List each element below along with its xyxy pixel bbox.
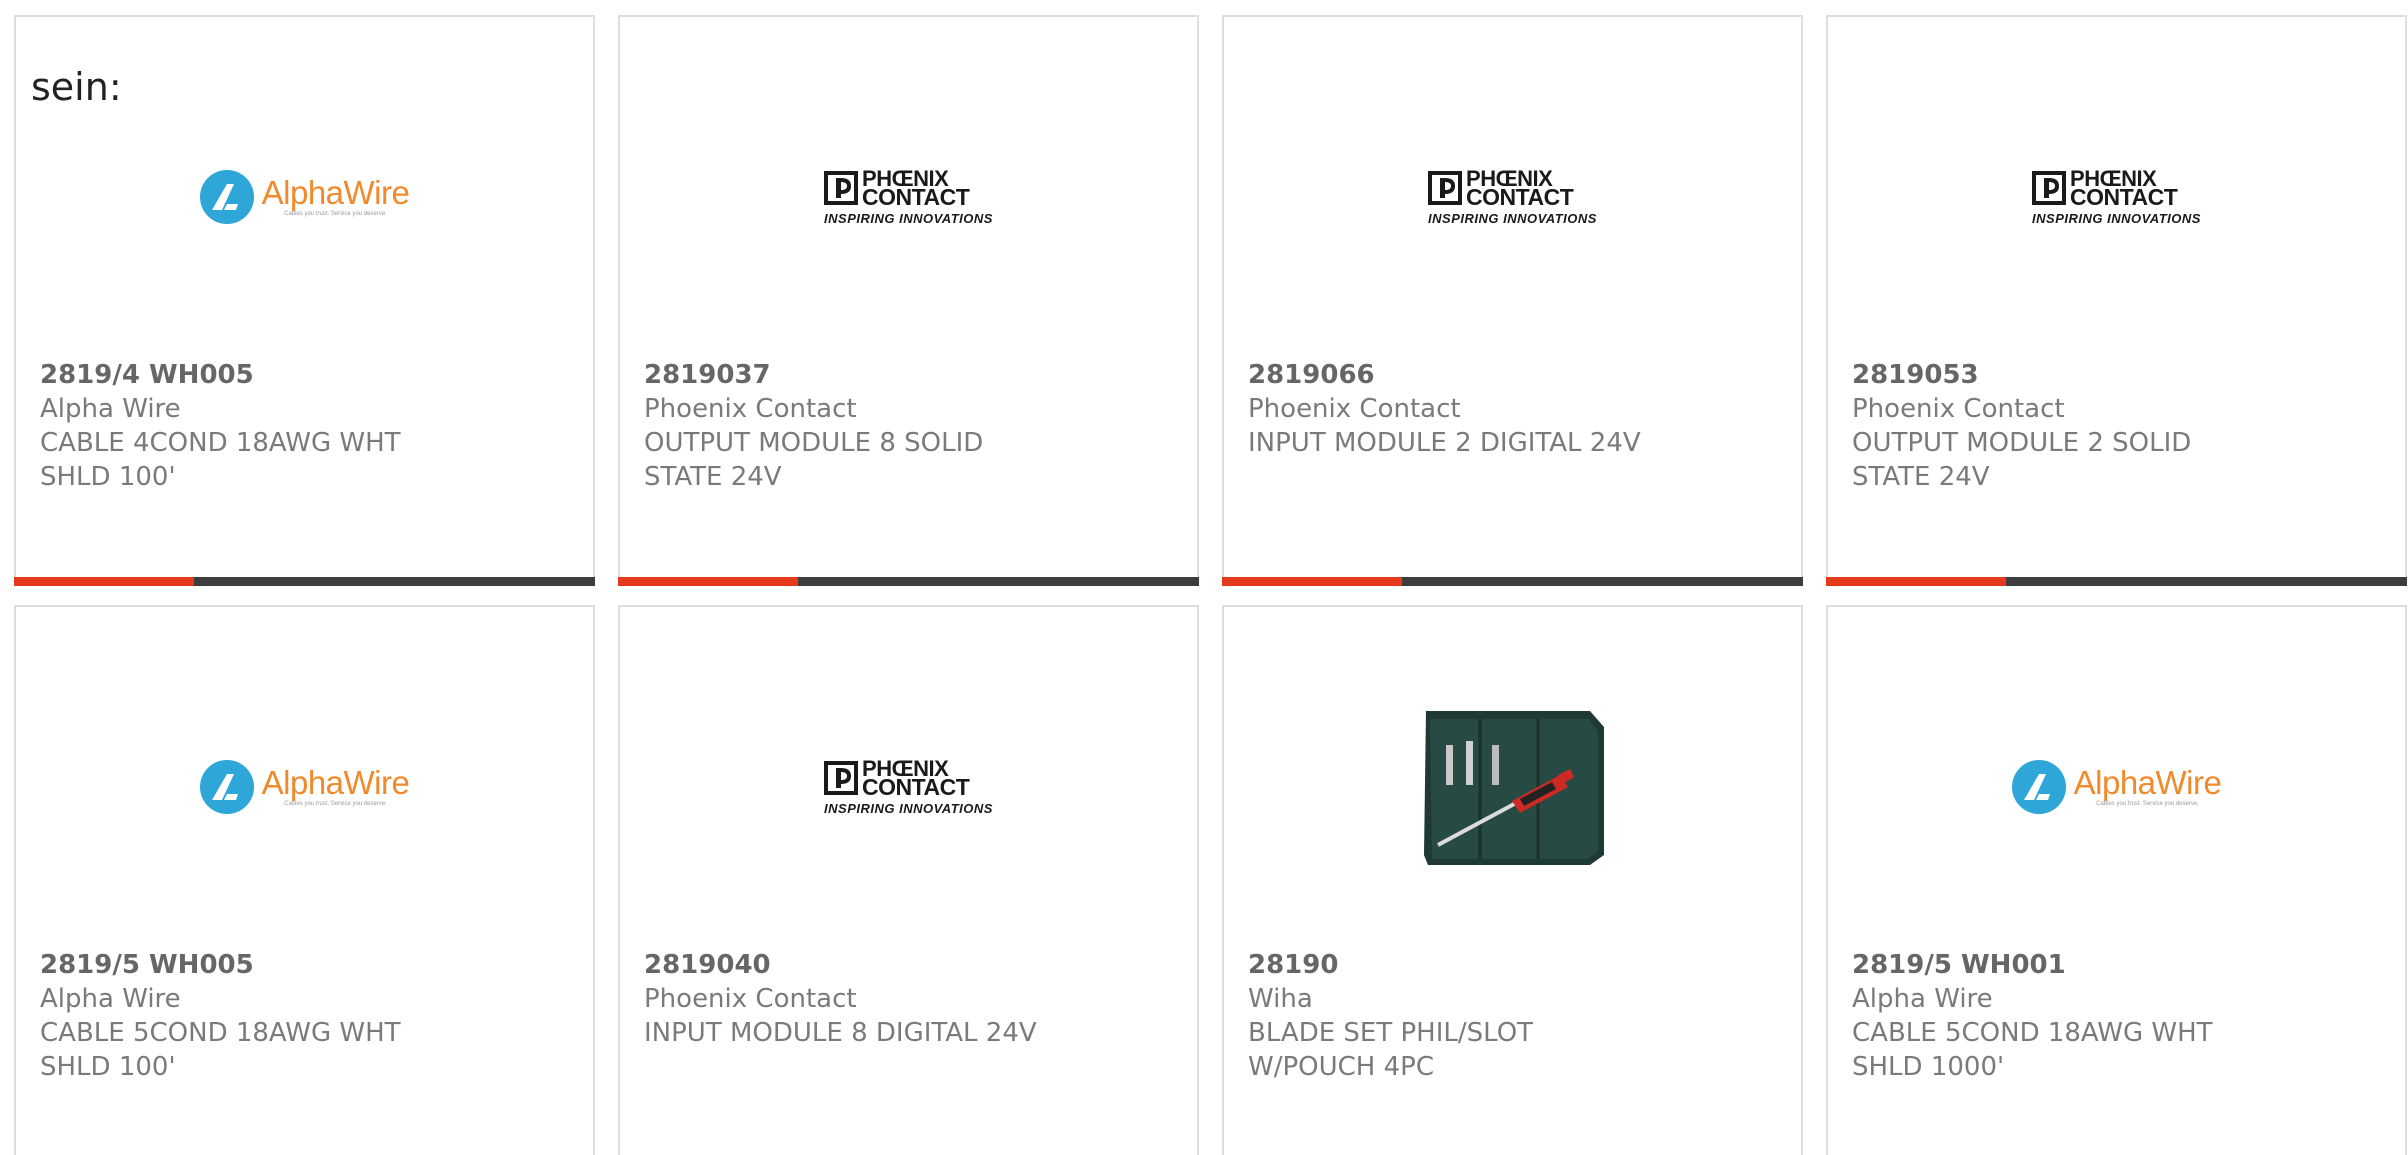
alphawire-logo: AlphaWire Cables you trust. Service you … (2011, 760, 2222, 814)
description: CABLE 4COND 18AWG WHT SHLD 100' (40, 428, 401, 492)
description: OUTPUT MODULE 2 SOLID STATE 24V (1852, 428, 2192, 492)
logo-tagline: Cables you trust. Service you deserve. (284, 211, 387, 217)
manufacturer: Phoenix Contact (1248, 394, 1461, 424)
product-grid: sein: AlphaWire Cables you trust. Servic… (0, 0, 2408, 1155)
product-card[interactable]: AlphaWire Cables you trust. Service you … (1826, 605, 2407, 1155)
product-card[interactable]: PHŒNIX CONTACT INSPIRING INNOVATIONS 281… (618, 15, 1199, 586)
logo-tagline: Cables you trust. Service you deserve. (2096, 801, 2199, 807)
progress-fill (1826, 577, 2007, 586)
logo-line-2: CONTACT (862, 773, 970, 800)
description: INPUT MODULE 8 DIGITAL 24V (644, 1018, 1037, 1048)
description: OUTPUT MODULE 8 SOLID STATE 24V (644, 428, 984, 492)
product-logo: AlphaWire Cables you trust. Service you … (1828, 727, 2405, 847)
product-card[interactable]: sein: AlphaWire Cables you trust. Servic… (14, 15, 595, 586)
description: CABLE 5COND 18AWG WHT SHLD 100' (40, 1018, 401, 1082)
manufacturer: Phoenix Contact (1852, 394, 2065, 424)
progress-bar (1826, 577, 2407, 586)
part-number: 2819053 (1852, 360, 1979, 390)
phoenix-mark-icon (824, 760, 859, 795)
product-card[interactable]: PHŒNIX CONTACT INSPIRING INNOVATIONS 281… (1222, 15, 1803, 586)
alphawire-mark-icon (199, 760, 254, 814)
product-logo: AlphaWire Cables you trust. Service you … (16, 145, 593, 249)
part-number: 2819/5 WH005 (40, 950, 254, 980)
part-number: 2819037 (644, 360, 771, 390)
description: BLADE SET PHIL/SLOT W/POUCH 4PC (1248, 1018, 1534, 1082)
progress-fill (14, 577, 195, 586)
part-number: 2819/5 WH001 (1852, 950, 2066, 980)
logo-wordmark: AlphaWire (2073, 764, 2222, 801)
part-number: 2819/4 WH005 (40, 360, 254, 390)
product-logo: PHŒNIX CONTACT INSPIRING INNOVATIONS (620, 145, 1197, 249)
phoenix-contact-logo: PHŒNIX CONTACT INSPIRING INNOVATIONS (824, 757, 993, 816)
logo-line-2: CONTACT (862, 183, 970, 210)
description: CABLE 5COND 18AWG WHT SHLD 1000' (1852, 1018, 2213, 1082)
logo-tagline: INSPIRING INNOVATIONS (2032, 210, 2201, 226)
product-card[interactable]: AlphaWire Cables you trust. Service you … (14, 605, 595, 1155)
screwdriver-set-pouch-icon (1420, 705, 1606, 869)
logo-line-2: CONTACT (2070, 183, 2178, 210)
product-card[interactable]: 28190 Wiha BLADE SET PHIL/SLOT W/POUCH 4… (1222, 605, 1803, 1155)
product-logo: PHŒNIX CONTACT INSPIRING INNOVATIONS (620, 727, 1197, 847)
logo-wordmark: AlphaWire (261, 764, 410, 801)
manufacturer: Alpha Wire (1852, 984, 1993, 1014)
phoenix-mark-icon (824, 170, 859, 205)
progress-fill (1222, 577, 1403, 586)
phoenix-contact-logo: PHŒNIX CONTACT INSPIRING INNOVATIONS (2032, 167, 2201, 226)
manufacturer: Alpha Wire (40, 394, 181, 424)
progress-bar (1222, 577, 1803, 586)
manufacturer: Wiha (1248, 984, 1313, 1014)
progress-fill (618, 577, 799, 586)
manufacturer: Alpha Wire (40, 984, 181, 1014)
phoenix-mark-icon (1428, 170, 1463, 205)
phoenix-contact-logo: PHŒNIX CONTACT INSPIRING INNOVATIONS (824, 167, 993, 226)
part-number: 28190 (1248, 950, 1339, 980)
logo-tagline: INSPIRING INNOVATIONS (1428, 210, 1597, 226)
alphawire-mark-icon (2011, 760, 2066, 814)
manufacturer: Phoenix Contact (644, 984, 857, 1014)
logo-tagline: INSPIRING INNOVATIONS (824, 800, 993, 816)
product-card[interactable]: PHŒNIX CONTACT INSPIRING INNOVATIONS 281… (618, 605, 1199, 1155)
progress-bar (618, 577, 1199, 586)
phoenix-mark-icon (2032, 170, 2067, 205)
text-fragment: sein: (31, 65, 122, 109)
alphawire-logo: AlphaWire Cables you trust. Service you … (199, 760, 410, 814)
logo-wordmark: AlphaWire (261, 174, 410, 211)
logo-tagline: INSPIRING INNOVATIONS (824, 210, 993, 226)
logo-line-2: CONTACT (1466, 183, 1574, 210)
product-logo: AlphaWire Cables you trust. Service you … (16, 727, 593, 847)
alphawire-mark-icon (199, 170, 254, 224)
product-logo: PHŒNIX CONTACT INSPIRING INNOVATIONS (1224, 145, 1801, 249)
phoenix-contact-logo: PHŒNIX CONTACT INSPIRING INNOVATIONS (1428, 167, 1597, 226)
logo-tagline: Cables you trust. Service you deserve. (284, 801, 387, 807)
manufacturer: Phoenix Contact (644, 394, 857, 424)
part-number: 2819040 (644, 950, 771, 980)
alphawire-logo: AlphaWire Cables you trust. Service you … (199, 170, 410, 224)
product-card[interactable]: PHŒNIX CONTACT INSPIRING INNOVATIONS 281… (1826, 15, 2407, 586)
progress-bar (14, 577, 595, 586)
product-logo (1224, 711, 1801, 865)
part-number: 2819066 (1248, 360, 1375, 390)
description: INPUT MODULE 2 DIGITAL 24V (1248, 428, 1641, 458)
product-logo: PHŒNIX CONTACT INSPIRING INNOVATIONS (1828, 145, 2405, 249)
